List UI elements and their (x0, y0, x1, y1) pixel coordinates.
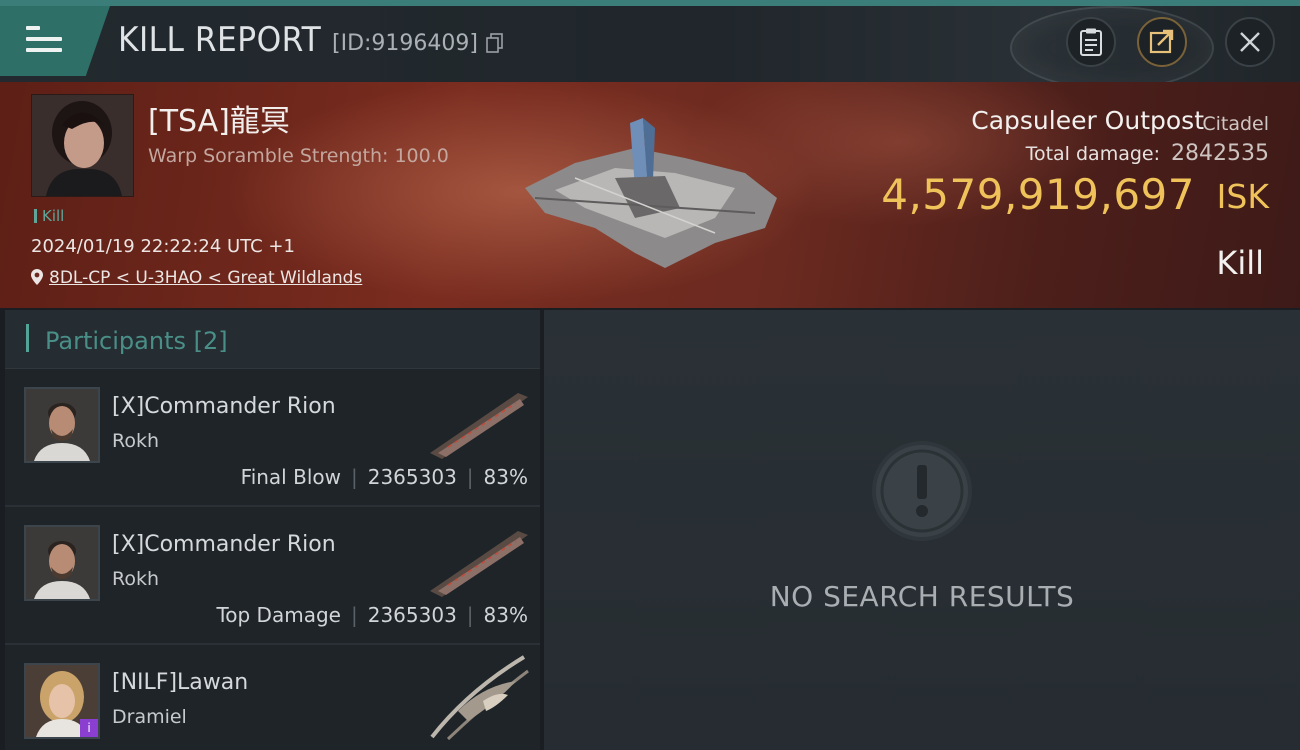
dramiel-ship-image (430, 655, 529, 741)
menu-icon (26, 26, 62, 54)
avatar (26, 527, 98, 599)
total-damage-label: Total damage: (1025, 143, 1160, 165)
participant-ship: Rokh (112, 430, 160, 452)
report-id: [ID:9196409] (332, 31, 478, 56)
share-icon (1149, 29, 1174, 54)
clipboard-icon (1080, 28, 1102, 56)
participant-percent: 83% (483, 465, 528, 489)
share-button[interactable] (1137, 17, 1187, 67)
participant-avatar: i (24, 663, 100, 739)
participant-name[interactable]: [NILF]Lawan (112, 670, 248, 695)
participant-role: Top Damage (216, 603, 341, 627)
close-icon (1240, 32, 1260, 52)
total-damage-value: 2842535 (1171, 141, 1269, 166)
victim-name[interactable]: [TSA]龍冥 (148, 96, 290, 140)
participant-damage: 2365303 (367, 465, 457, 489)
alert-icon (876, 445, 968, 537)
avatar (32, 95, 133, 196)
kill-location[interactable]: 8DL-CP < U-3HAO < Great Wildlands (31, 268, 362, 288)
participant-row[interactable]: i [NILF]Lawan Dramiel (5, 645, 540, 750)
kill-tag: Kill (34, 207, 64, 225)
target-name: Capsuleer Outpost (971, 106, 1204, 135)
close-button[interactable] (1225, 17, 1275, 67)
participant-avatar (24, 387, 100, 463)
participants-header: Participants [2] (5, 310, 540, 369)
victim-portrait[interactable] (31, 94, 134, 197)
isk-value: 4,579,919,697 (881, 170, 1195, 219)
info-badge-icon: i (80, 719, 98, 737)
participant-stats: Final Blow | 2365303 | 83% (240, 465, 528, 489)
participant-percent: 83% (483, 603, 528, 627)
participant-damage: 2365303 (367, 603, 457, 627)
victim-subtitle: Warp Soramble Strength: 100.0 (148, 145, 449, 167)
participant-name[interactable]: [X]Commander Rion (112, 532, 336, 557)
empty-state-text: NO SEARCH RESULTS (769, 580, 1075, 613)
rokh-ship-image (430, 531, 528, 597)
citadel-image (525, 118, 777, 268)
location-link[interactable]: 8DL-CP < U-3HAO < Great Wildlands (49, 268, 362, 288)
avatar (26, 389, 98, 461)
participant-stats: Top Damage | 2365303 | 83% (216, 603, 528, 627)
page-title: KILL REPORT (118, 20, 322, 60)
participant-row[interactable]: [X]Commander Rion Rokh Top Damage | 236530… (5, 507, 540, 645)
participants-title: Participants [2] (45, 327, 228, 355)
kill-datetime: 2024/01/19 22:22:24 UTC +1 (31, 236, 295, 257)
copy-icon[interactable] (486, 33, 504, 53)
participant-ship: Dramiel (112, 706, 187, 728)
participant-role: Final Blow (240, 465, 341, 489)
participant-row[interactable]: [X]Commander Rion Rokh Final Blow | 236530… (5, 369, 540, 507)
participant-avatar (24, 525, 100, 601)
result-label: Kill (1216, 244, 1264, 282)
isk-unit: ISK (1216, 177, 1269, 216)
participants-label: Participants (45, 327, 186, 355)
rokh-ship-image (430, 393, 528, 459)
target-type: Citadel (1202, 113, 1269, 135)
clipboard-button[interactable] (1066, 17, 1116, 67)
participant-name[interactable]: [X]Commander Rion (112, 394, 336, 419)
participants-count: [2] (193, 327, 228, 355)
header-accent-bar (26, 324, 29, 352)
participant-ship: Rokh (112, 568, 160, 590)
location-pin-icon (31, 269, 43, 285)
